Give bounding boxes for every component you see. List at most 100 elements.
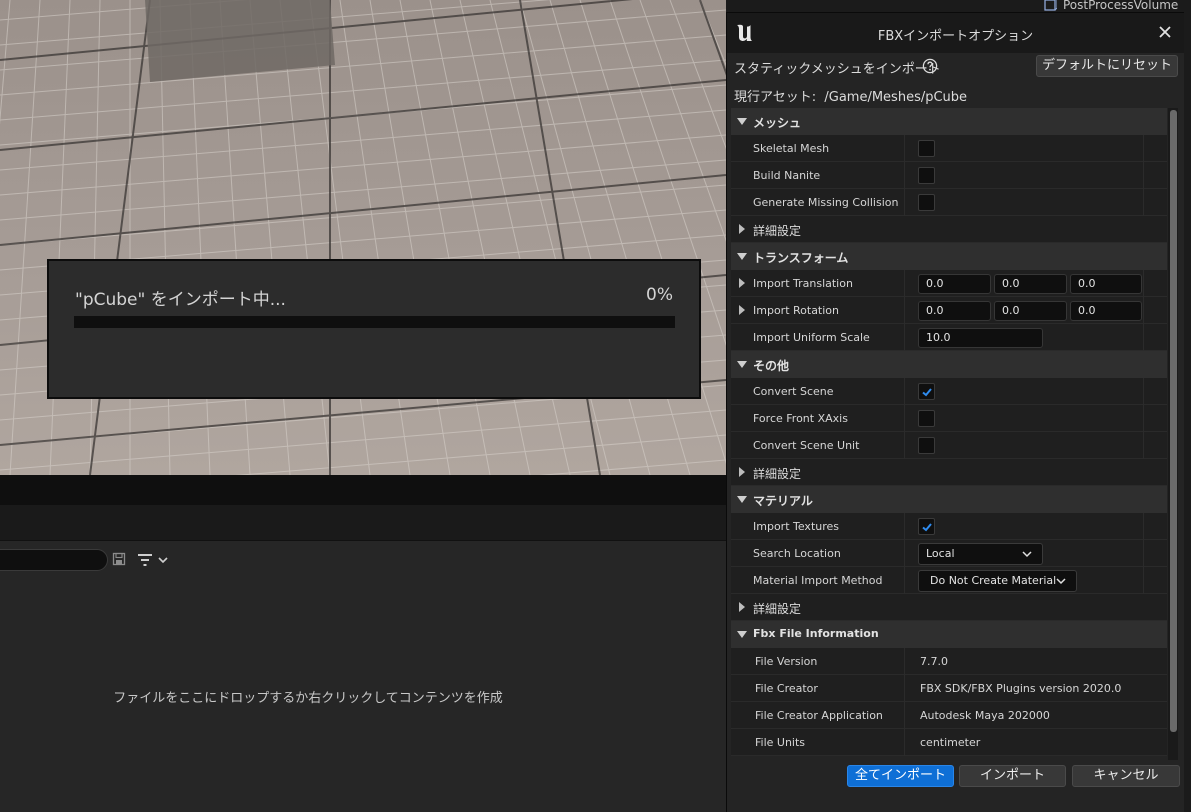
- import-button[interactable]: インポート: [959, 765, 1066, 787]
- build-nanite-checkbox[interactable]: [918, 167, 935, 184]
- misc-advanced-expander[interactable]: 詳細設定: [731, 459, 1167, 486]
- fbx-import-options-dialog: FBXインポートオプション スタティックメッシュをインポート デフォルトにリセッ…: [726, 12, 1184, 812]
- section-fbx-file-information[interactable]: Fbx File Information: [731, 621, 1167, 648]
- convert-scene-unit-checkbox[interactable]: [918, 437, 935, 454]
- section-material[interactable]: マテリアル: [731, 486, 1167, 513]
- import-options-table: メッシュ Skeletal Mesh Build Nanite Generate…: [731, 108, 1167, 760]
- option-label: Search Location: [753, 547, 841, 560]
- dialog-button-bar: 全てインポート インポート キャンセル: [727, 760, 1184, 812]
- material-advanced-expander[interactable]: 詳細設定: [731, 594, 1167, 621]
- progress-bar: [74, 316, 675, 328]
- progress-text: "pCube" をインポート中...: [75, 290, 286, 310]
- option-force-front-xaxis: Force Front XAxis: [731, 405, 1167, 432]
- advanced-label: 詳細設定: [753, 602, 802, 616]
- advanced-label: 詳細設定: [753, 467, 802, 481]
- current-asset-path: 現行アセット: /Game/Meshes/pCube: [734, 90, 968, 105]
- chevron-right-icon[interactable]: [739, 305, 745, 315]
- option-label: Skeletal Mesh: [753, 142, 830, 155]
- chevron-down-icon: [737, 253, 747, 260]
- content-browser-tab-bar: [0, 475, 726, 505]
- dropdown-value: Do Not Create Material: [930, 574, 1057, 587]
- option-label: Import Rotation: [753, 304, 840, 317]
- save-search-icon[interactable]: [112, 552, 126, 566]
- search-input[interactable]: [0, 549, 108, 571]
- option-label: Generate Missing Collision: [753, 196, 899, 209]
- info-file-creator: File Creator FBX SDK/FBX Plugins version…: [731, 675, 1167, 702]
- uniform-scale-field[interactable]: 10.0: [918, 328, 1043, 348]
- outliner-item-label: PostProcessVolume: [1063, 0, 1179, 12]
- info-value: 7.7.0: [920, 655, 948, 668]
- info-value: FBX SDK/FBX Plugins version 2020.0: [920, 682, 1122, 695]
- editor-window: "pCube" をインポート中... 0% ファイルをここにドロップするか右クリ…: [0, 0, 1191, 812]
- filter-icon[interactable]: [136, 551, 170, 569]
- chevron-down-icon: [737, 496, 747, 503]
- dropdown-value: Local: [926, 547, 955, 560]
- chevron-right-icon: [739, 224, 745, 234]
- option-import-translation: Import Translation 0.0 0.0 0.0: [731, 270, 1167, 297]
- options-scrollbar-thumb[interactable]: [1170, 110, 1177, 732]
- mesh-advanced-expander[interactable]: 詳細設定: [731, 216, 1167, 243]
- reset-to-default-button[interactable]: デフォルトにリセット: [1036, 55, 1178, 77]
- content-browser-asset-area[interactable]: [0, 541, 726, 812]
- progress-percent: 0%: [646, 285, 673, 305]
- info-file-version: File Version 7.7.0: [731, 648, 1167, 675]
- rotation-z-field[interactable]: 0.0: [1070, 301, 1142, 321]
- info-file-creator-application: File Creator Application Autodesk Maya 2…: [731, 702, 1167, 729]
- option-search-location: Search Location Local: [731, 540, 1167, 567]
- option-label: Build Nanite: [753, 169, 821, 182]
- close-icon[interactable]: [1156, 23, 1174, 41]
- option-import-uniform-scale: Import Uniform Scale 10.0: [731, 324, 1167, 351]
- translation-z-field[interactable]: 0.0: [1070, 274, 1142, 294]
- option-label: Convert Scene: [753, 385, 834, 398]
- import-textures-checkbox[interactable]: [918, 518, 935, 535]
- option-import-rotation: Import Rotation 0.0 0.0 0.0: [731, 297, 1167, 324]
- import-all-button[interactable]: 全てインポート: [847, 765, 954, 787]
- chevron-down-icon: [737, 118, 747, 125]
- level-viewport[interactable]: "pCube" をインポート中... 0%: [0, 0, 726, 475]
- floor-grid: [0, 0, 726, 475]
- info-value: Autodesk Maya 202000: [920, 709, 1050, 722]
- section-transform[interactable]: トランスフォーム: [731, 243, 1167, 270]
- option-label: Import Translation: [753, 277, 853, 290]
- import-type-label: スタティックメッシュをインポート: [734, 62, 941, 77]
- chevron-down-icon: [1022, 551, 1032, 558]
- chevron-right-icon[interactable]: [739, 278, 745, 288]
- info-file-units: File Units centimeter: [731, 729, 1167, 756]
- import-type-bar: スタティックメッシュをインポート デフォルトにリセット: [727, 53, 1184, 80]
- chevron-right-icon: [739, 467, 745, 477]
- cancel-button[interactable]: キャンセル: [1072, 765, 1180, 787]
- section-label: メッシュ: [753, 116, 802, 130]
- section-misc[interactable]: その他: [731, 351, 1167, 378]
- chevron-down-icon: [737, 361, 747, 368]
- info-value: centimeter: [920, 736, 981, 749]
- info-label: File Creator: [755, 682, 818, 695]
- translation-x-field[interactable]: 0.0: [918, 274, 991, 294]
- chevron-down-icon: [737, 631, 747, 638]
- info-label: File Creator Application: [755, 709, 883, 722]
- skeletal-mesh-checkbox[interactable]: [918, 140, 935, 157]
- option-convert-scene: Convert Scene: [731, 378, 1167, 405]
- option-convert-scene-unit: Convert Scene Unit: [731, 432, 1167, 459]
- material-import-method-dropdown[interactable]: Do Not Create Material: [918, 570, 1077, 592]
- option-import-textures: Import Textures: [731, 513, 1167, 540]
- convert-scene-checkbox[interactable]: [918, 383, 935, 400]
- section-label: トランスフォーム: [753, 251, 849, 265]
- option-skeletal-mesh: Skeletal Mesh: [731, 135, 1167, 162]
- chevron-down-icon: [1056, 578, 1066, 585]
- rotation-x-field[interactable]: 0.0: [918, 301, 991, 321]
- option-label: Import Uniform Scale: [753, 331, 870, 344]
- section-label: その他: [753, 359, 790, 373]
- chevron-right-icon: [739, 602, 745, 612]
- section-mesh[interactable]: メッシュ: [731, 108, 1167, 135]
- rotation-y-field[interactable]: 0.0: [994, 301, 1067, 321]
- force-front-xaxis-checkbox[interactable]: [918, 410, 935, 427]
- translation-y-field[interactable]: 0.0: [994, 274, 1067, 294]
- generate-collision-checkbox[interactable]: [918, 194, 935, 211]
- option-label: Force Front XAxis: [753, 412, 848, 425]
- info-label: File Units: [755, 736, 806, 749]
- help-icon[interactable]: [922, 58, 938, 74]
- search-location-dropdown[interactable]: Local: [918, 543, 1043, 565]
- content-browser-toolbar: [0, 505, 726, 541]
- dialog-title-bar[interactable]: FBXインポートオプション: [727, 13, 1184, 53]
- dialog-title: FBXインポートオプション: [877, 29, 1034, 44]
